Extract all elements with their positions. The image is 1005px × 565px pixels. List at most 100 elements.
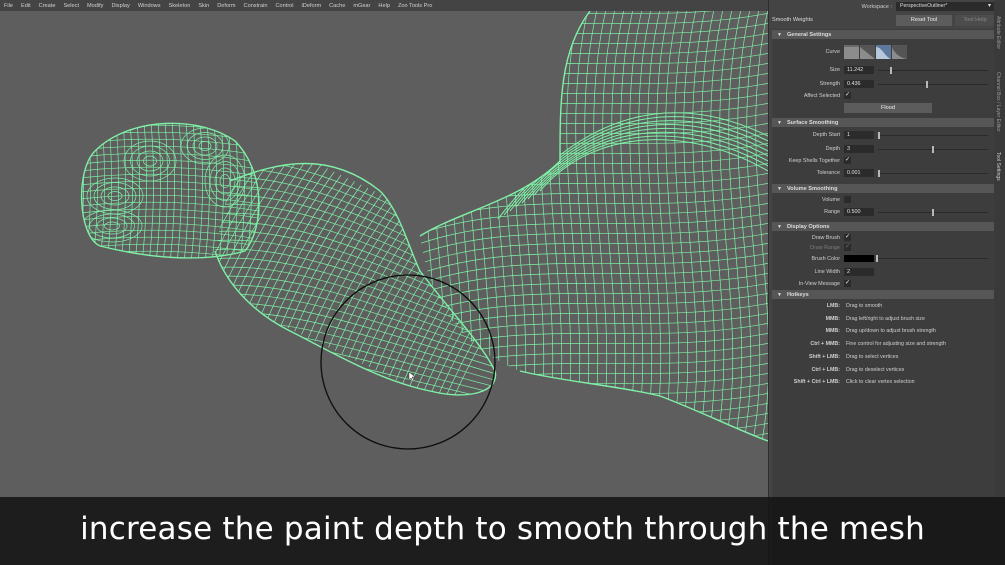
mesh-edge — [620, 11, 636, 441]
volume-checkbox[interactable] — [844, 196, 851, 203]
strength-slider-handle[interactable] — [925, 81, 928, 88]
draw-brush-checkbox[interactable]: ✓ — [844, 234, 851, 241]
hotkey-description: Drag to select vertices — [846, 353, 899, 360]
size-field[interactable]: 11.242 — [844, 66, 874, 74]
brush-color-slider-handle[interactable] — [876, 255, 878, 262]
hotkey-description: Drag to smooth — [846, 303, 883, 309]
viewport-3d[interactable] — [0, 11, 768, 565]
tab-attribute-editor[interactable]: Attribute Editor — [995, 16, 1001, 49]
mesh-edge — [512, 11, 528, 441]
brush-color-slider-track[interactable] — [878, 258, 988, 259]
tool-settings-panel: Workspace : PerspectiveOutliner* Smooth … — [768, 0, 1005, 565]
flood-button[interactable]: Flood — [844, 103, 932, 113]
depth-slider-handle[interactable] — [932, 146, 934, 153]
section-title: Hotkeys — [786, 291, 809, 298]
tab-channel-box[interactable]: Channel Box / Layer Editor — [995, 72, 1001, 132]
menu-item-skeleton[interactable]: Skeleton — [169, 3, 191, 9]
mesh-edge — [215, 356, 496, 395]
draw-range-checkbox[interactable]: ✓ — [844, 244, 851, 251]
strength-slider-track[interactable] — [878, 84, 988, 85]
inview-message-checkbox[interactable]: ✓ — [844, 280, 851, 287]
menu-item-file[interactable]: File — [4, 3, 13, 9]
wireframe-mesh — [70, 11, 768, 501]
mesh-edge — [420, 420, 768, 441]
tolerance-slider-handle[interactable] — [878, 170, 880, 177]
affect-selected-checkbox[interactable]: ✓ — [844, 92, 851, 99]
menu-item-modify[interactable]: Modify — [87, 3, 103, 9]
brush-color-swatch[interactable] — [844, 255, 874, 262]
mesh-edge — [503, 11, 519, 441]
mesh-edge — [539, 11, 555, 441]
side-tab-strip: Attribute Editor Channel Box / Layer Edi… — [994, 0, 1005, 565]
menu-item-windows[interactable]: Windows — [138, 3, 161, 9]
depth-start-slider-track[interactable] — [878, 135, 988, 136]
menu-item-zoo-tools-pro[interactable]: Zoo Tools Pro — [398, 3, 432, 9]
hotkey-key: MMB: — [825, 315, 840, 322]
mesh-edge — [521, 11, 537, 441]
menu-item-display[interactable]: Display — [111, 3, 129, 9]
mesh-edge — [123, 140, 177, 182]
tolerance-slider-track[interactable] — [878, 173, 988, 174]
range-slider-handle[interactable] — [932, 209, 934, 216]
menu-item-cache[interactable]: Cache — [329, 3, 345, 9]
line-width-field[interactable]: 2 — [844, 268, 874, 276]
menu-item-mgear[interactable]: mGear — [353, 3, 370, 9]
mesh-edge — [400, 461, 768, 501]
strength-field[interactable]: 0.436 — [844, 80, 874, 88]
curve-smooth-button[interactable] — [876, 45, 891, 59]
mesh-edge — [245, 123, 252, 258]
section-display-options[interactable]: ▼ Display Options — [772, 222, 994, 231]
section-surface-smoothing[interactable]: ▼ Surface Smoothing — [772, 118, 994, 127]
collapse-triangle-icon: ▼ — [777, 223, 782, 230]
mesh-edge — [196, 123, 203, 258]
reset-tool-button[interactable]: Reset Tool — [896, 15, 952, 26]
mesh-edge — [209, 161, 241, 201]
mesh-edge — [192, 136, 218, 156]
menu-item-edit[interactable]: Edit — [21, 3, 31, 9]
volume-label: Volume — [822, 197, 840, 203]
depth-start-slider-handle[interactable] — [878, 132, 880, 139]
section-hotkeys[interactable]: ▼ Hotkeys — [772, 290, 994, 299]
depth-field[interactable]: 3 — [844, 145, 874, 153]
curve-sharp-button[interactable] — [892, 45, 907, 59]
mesh-edge — [154, 123, 161, 258]
menu-item-deform[interactable]: Deform — [217, 3, 235, 9]
size-slider-handle[interactable] — [889, 67, 892, 74]
tab-tool-settings[interactable]: Tool Settings — [995, 152, 1001, 181]
mesh-edge — [665, 11, 681, 441]
tool-help-button[interactable]: Tool Help — [955, 15, 995, 26]
tool-title: Smooth Weights — [772, 17, 813, 23]
range-field[interactable]: 0.500 — [844, 208, 874, 216]
menu-item-constrain[interactable]: Constrain — [244, 3, 268, 9]
mesh-edge — [719, 11, 735, 441]
tolerance-field[interactable]: 0.001 — [844, 169, 874, 177]
hotkey-key: Ctrl + LMB: — [811, 366, 840, 373]
menu-item-control[interactable]: Control — [276, 3, 294, 9]
mesh-edge — [420, 11, 429, 441]
depth-start-field[interactable]: 1 — [844, 131, 874, 139]
size-slider-track[interactable] — [878, 70, 988, 71]
mesh-edge — [215, 203, 496, 303]
mesh-edge — [215, 194, 496, 297]
menu-item-create[interactable]: Create — [39, 3, 56, 9]
caption-text: increase the paint depth to smooth throu… — [80, 511, 925, 547]
curve-flat-button[interactable] — [844, 45, 859, 59]
keep-shells-checkbox[interactable]: ✓ — [844, 157, 851, 164]
section-volume-smoothing[interactable]: ▼ Volume Smoothing — [772, 184, 994, 193]
settings-scroll-area[interactable]: ▼ General Settings Curve Size 11.242 Str… — [772, 29, 994, 565]
hotkey-description: Drag up/down to adjust brush strength — [846, 328, 936, 335]
workspace-dropdown[interactable]: PerspectiveOutliner* — [896, 2, 994, 11]
menu-item-help[interactable]: Help — [378, 3, 390, 9]
workspace-label: Workspace : — [861, 3, 892, 10]
mesh-edge — [130, 145, 170, 177]
mesh-edge — [175, 123, 182, 258]
menu-item-skin[interactable]: Skin — [198, 3, 209, 9]
mesh-edge — [494, 11, 510, 441]
mesh-edge — [548, 11, 564, 441]
mesh-edge — [70, 111, 270, 122]
menu-item-ideform[interactable]: iDeform — [302, 3, 322, 9]
draw-brush-label: Draw Brush — [811, 235, 840, 241]
section-general-settings[interactable]: ▼ General Settings — [772, 30, 994, 39]
menu-item-select[interactable]: Select — [63, 3, 79, 9]
curve-linear-button[interactable] — [860, 45, 875, 59]
